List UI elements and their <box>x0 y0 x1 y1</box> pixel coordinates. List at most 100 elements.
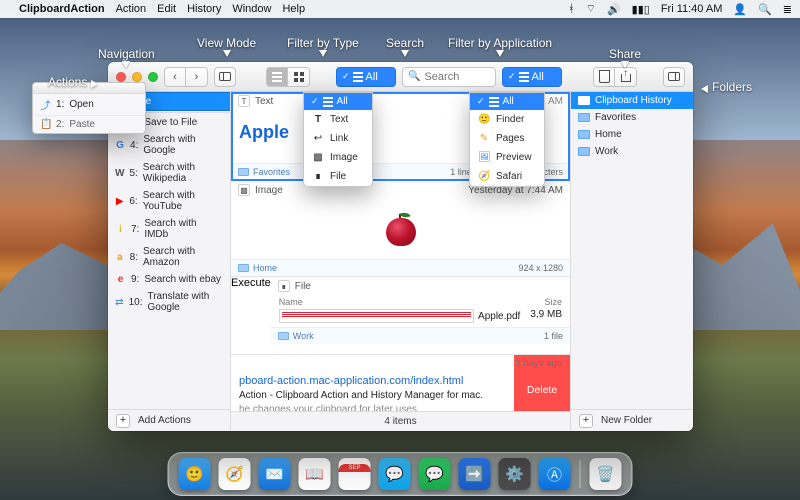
text-type-icon: T <box>238 95 250 107</box>
menu-action[interactable]: Action <box>116 3 147 15</box>
add-actions-button[interactable]: + Add Actions <box>108 409 230 431</box>
toggle-right-sidebar-button[interactable] <box>663 67 685 87</box>
folder-item-work[interactable]: Work <box>571 143 693 160</box>
zoom-button[interactable] <box>148 72 158 82</box>
action-paste[interactable]: 📋2: Paste <box>33 115 145 133</box>
dock-trash[interactable]: 🗑️ <box>590 458 622 490</box>
link-url: pboard-action.mac-application.com/index.… <box>239 375 506 387</box>
check-icon: ✓ <box>342 71 350 82</box>
dock-calendar[interactable]: SEP29 <box>339 458 371 490</box>
filter-type-image[interactable]: ▩Image <box>304 148 372 167</box>
filter-type-label: All <box>366 71 378 83</box>
dock-mail[interactable]: ✉️ <box>259 458 291 490</box>
dock-settings[interactable]: ⚙️ <box>499 458 531 490</box>
swipe-execute-button[interactable]: Execute <box>231 277 271 344</box>
history-item-file[interactable]: Execute ∎File NameSize Apple.pdf 3,9 MB … <box>231 277 570 355</box>
paste-icon: 📋 <box>40 119 51 130</box>
folder-icon <box>578 147 590 156</box>
control-center-icon[interactable]: ≣ <box>783 3 792 16</box>
filter-app-safari[interactable]: 🧭Safari <box>470 167 544 186</box>
filter-by-type-dropdown[interactable]: ✓ All <box>336 67 396 87</box>
macos-menubar: ClipboardAction Action Edit History Wind… <box>0 0 800 18</box>
app-name[interactable]: ClipboardAction <box>19 3 105 15</box>
sidebar-left-icon <box>219 72 231 81</box>
history-item-link[interactable]: 3 days ago pboard-action.mac-application… <box>231 355 570 411</box>
filter-type-menu: ✓All TText ↩Link ▩Image ∎File <box>303 92 373 187</box>
nav-back-forward: ‹ › <box>164 67 208 87</box>
filter-type-link[interactable]: ↩Link <box>304 129 372 148</box>
nav-back-button[interactable]: ‹ <box>164 67 186 87</box>
image-type-icon: ▩ <box>238 184 250 196</box>
filter-app-pages[interactable]: ✎Pages <box>470 129 544 148</box>
filter-app-label: All <box>532 71 544 83</box>
sidebar-action-item[interactable]: ▶6: Search with YouTube <box>108 187 230 215</box>
sidebar-action-item[interactable]: i7: Search with IMDb <box>108 215 230 243</box>
dock-finder[interactable]: 🙂 <box>179 458 211 490</box>
traffic-lights <box>116 72 158 82</box>
app-window: ‹ › ✓ All 🔍 ✓ All <box>108 62 693 431</box>
folder-item-clipboard-history[interactable]: Clipboard History <box>571 92 693 109</box>
bluetooth-icon[interactable]: ᚼ <box>568 3 575 15</box>
sidebar-action-item[interactable]: e9: Search with ebay <box>108 271 230 288</box>
delete-button[interactable] <box>593 67 615 87</box>
spotlight-icon[interactable]: 🔍 <box>758 3 772 16</box>
folder-item-favorites[interactable]: Favorites <box>571 109 693 126</box>
status-bar: 4 items <box>231 411 570 431</box>
dock-safari[interactable]: 🧭 <box>219 458 251 490</box>
dock-appstore[interactable]: Ⓐ <box>539 458 571 490</box>
folder-icon <box>238 264 249 272</box>
open-icon: ⤴ <box>40 97 51 112</box>
filter-type-menu-header[interactable]: ✓All <box>304 93 372 110</box>
action-open[interactable]: ⤴1: Open <box>33 94 145 115</box>
actions-popover: ⤴1: Open 📋2: Paste <box>32 82 146 134</box>
plus-icon: + <box>579 414 593 428</box>
dock-go[interactable]: ➡️ <box>459 458 491 490</box>
battery-icon[interactable]: ▮▮▯ <box>632 3 650 16</box>
volume-icon[interactable]: 🔊 <box>607 3 621 16</box>
search-input[interactable] <box>424 71 490 83</box>
menu-help[interactable]: Help <box>282 3 305 15</box>
share-button[interactable] <box>615 67 637 87</box>
menu-edit[interactable]: Edit <box>157 3 176 15</box>
menu-history[interactable]: History <box>187 3 221 15</box>
filter-type-text[interactable]: TText <box>304 110 372 129</box>
filter-app-finder[interactable]: 🙂Finder <box>470 110 544 129</box>
folder-item-home[interactable]: Home <box>571 126 693 143</box>
user-icon[interactable]: 👤 <box>733 3 747 16</box>
close-button[interactable] <box>116 72 126 82</box>
share-group <box>593 67 637 87</box>
dock-cloud[interactable]: 💬 <box>379 458 411 490</box>
menu-window[interactable]: Window <box>232 3 271 15</box>
sidebar-action-item[interactable]: W5: Search with Wikipedia <box>108 159 230 187</box>
view-grid-button[interactable] <box>288 67 310 87</box>
sidebar-action-item[interactable]: G4: Search with Google <box>108 131 230 159</box>
search-field[interactable]: 🔍 <box>402 67 496 87</box>
sidebar-action-item[interactable]: ⇄10: Translate with Google <box>108 288 230 316</box>
sidebar-action-item[interactable]: a8: Search with Amazon <box>108 243 230 271</box>
actions-sidebar: Execute 💾3: Save to File G4: Search with… <box>108 92 231 431</box>
image-dimensions: 924 x 1280 <box>518 263 563 273</box>
filter-by-app-dropdown[interactable]: ✓ All <box>502 67 562 87</box>
folder-icon <box>238 168 249 176</box>
nav-forward-button[interactable]: › <box>186 67 208 87</box>
folder-icon <box>278 332 289 340</box>
wifi-icon[interactable]: ⌔ <box>586 2 596 16</box>
filter-app-preview[interactable]: 🖼Preview <box>470 148 544 167</box>
view-mode-segment <box>266 67 310 87</box>
file-type-icon: ∎ <box>278 280 290 292</box>
link-sub: he changes your clipboard for later uses… <box>239 404 506 411</box>
check-icon: ✓ <box>508 71 516 82</box>
image-preview <box>231 199 570 259</box>
view-list-button[interactable] <box>266 67 288 87</box>
filter-type-file[interactable]: ∎File <box>304 167 372 186</box>
toggle-left-sidebar-button[interactable] <box>214 67 236 87</box>
folder-icon <box>578 96 590 105</box>
minimize-button[interactable] <box>132 72 142 82</box>
new-folder-button[interactable]: + New Folder <box>571 409 693 431</box>
menubar-clock[interactable]: Fri 11:40 AM <box>661 3 723 15</box>
history-item-image[interactable]: ▩Image Yesterday at 7:44 AM Home 924 x 1… <box>231 181 570 277</box>
dock-reader[interactable]: 📖 <box>299 458 331 490</box>
dock-messages[interactable]: 💬 <box>419 458 451 490</box>
filter-app-menu-header[interactable]: ✓All <box>470 93 544 110</box>
share-icon <box>621 71 631 82</box>
